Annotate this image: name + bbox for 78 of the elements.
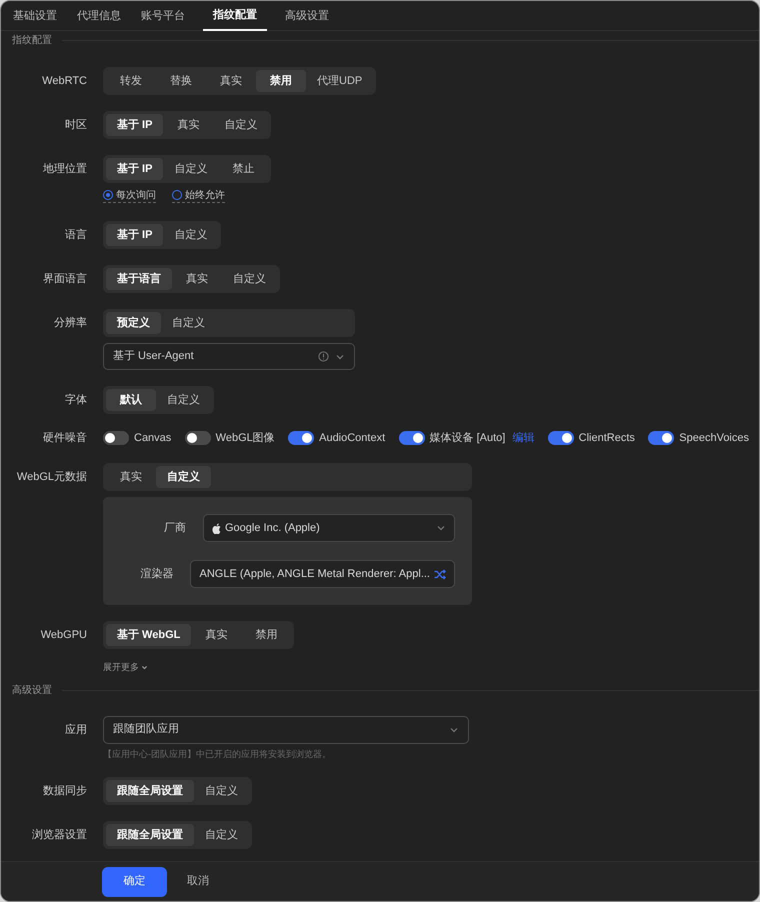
toggle-switch[interactable] xyxy=(288,431,314,445)
hint-text: 【应用中心-团队应用】中已开启的应用将安装到浏览器。 xyxy=(103,748,332,760)
shuffle-icon[interactable] xyxy=(434,568,446,580)
select-field[interactable]: 跟随团队应用 xyxy=(103,716,469,744)
segment-option[interactable]: 基于 IP xyxy=(106,224,164,246)
field-label: 语言 xyxy=(64,228,87,243)
field-label: 数据同步 xyxy=(42,784,87,799)
tab[interactable]: 基础设置 xyxy=(3,1,67,31)
edit-link[interactable]: 编辑 xyxy=(512,430,534,446)
field-label: WebRTC xyxy=(41,74,87,89)
chevron-down-icon xyxy=(436,523,446,533)
segment-option[interactable]: 自定义 xyxy=(163,158,218,180)
segment-option[interactable]: 自定义 xyxy=(163,224,218,246)
segment-option[interactable]: 跟随全局设置 xyxy=(106,780,194,802)
segment-option[interactable]: 真实 xyxy=(191,624,242,646)
expand-more-link[interactable]: 展开更多 xyxy=(103,661,148,674)
segment-option[interactable]: 转发 xyxy=(106,70,156,92)
radio-option[interactable]: 每次询问 xyxy=(103,188,156,203)
select-field[interactable]: 基于 User-Agent xyxy=(103,343,355,370)
toggle-label: SpeechVoices xyxy=(679,430,749,446)
segment-option[interactable]: 真实 xyxy=(172,268,222,290)
chevron-down-icon xyxy=(141,664,148,672)
field-label: 应用 xyxy=(64,722,87,738)
field-label: 渲染器 xyxy=(139,566,174,582)
segment-option[interactable]: 自定义 xyxy=(194,780,249,802)
tab[interactable]: 代理信息 xyxy=(67,1,131,31)
field-label: 硬件噪音 xyxy=(42,430,87,446)
toggle-switch[interactable] xyxy=(648,431,674,445)
radio-option[interactable]: 始终允许 xyxy=(172,188,225,203)
field-label: 厂商 xyxy=(163,520,186,536)
segment-option[interactable]: 禁止 xyxy=(218,158,268,180)
toggle-switch[interactable] xyxy=(103,431,129,445)
toggle-switch[interactable] xyxy=(184,431,211,445)
tab[interactable]: 指纹配置 xyxy=(203,1,267,31)
field-label: WebGPU xyxy=(40,628,87,643)
segment-option[interactable]: 自定义 xyxy=(213,114,268,136)
toggle-label: ClientRects xyxy=(578,430,635,446)
field-label: 分辨率 xyxy=(53,316,87,331)
segment-option[interactable]: 跟随全局设置 xyxy=(106,824,194,846)
segment-option[interactable]: 基于语言 xyxy=(106,268,172,290)
segment-option[interactable]: 禁用 xyxy=(256,70,306,92)
cancel-button[interactable]: 取消 xyxy=(185,866,211,896)
segment-option[interactable]: 真实 xyxy=(106,466,156,488)
segment-option[interactable]: 自定义 xyxy=(156,466,211,488)
segment-option[interactable]: 自定义 xyxy=(156,389,211,411)
toggle-label: WebGL图像 xyxy=(216,430,275,446)
tab[interactable]: 账号平台 xyxy=(131,1,195,31)
segment-option[interactable]: 自定义 xyxy=(194,824,249,846)
apple-icon xyxy=(212,522,221,534)
field-label: 浏览器设置 xyxy=(31,828,87,843)
section-title: 指纹配置 xyxy=(12,34,52,48)
segment-option[interactable]: 自定义 xyxy=(161,312,216,334)
input-field[interactable]: ANGLE (Apple, ANGLE Metal Renderer: Appl... xyxy=(190,560,455,588)
toggle-switch[interactable] xyxy=(398,431,425,445)
select-field[interactable]: Google Inc. (Apple) xyxy=(203,514,455,542)
toggle-switch[interactable] xyxy=(548,431,574,445)
segment-option[interactable]: 基于 WebGL xyxy=(106,624,192,646)
segment-option[interactable]: 禁用 xyxy=(241,624,292,646)
segment-option[interactable]: 基于 IP xyxy=(106,114,164,136)
toggle-label: AudioContext xyxy=(319,430,386,446)
segment-option[interactable]: 默认 xyxy=(106,389,156,411)
toggle-label: Canvas xyxy=(134,430,172,446)
field-label: WebGL元数据 xyxy=(16,470,87,485)
segment-option[interactable]: 替换 xyxy=(156,70,206,92)
segment-option[interactable]: 真实 xyxy=(163,114,214,136)
segment-option[interactable]: 预定义 xyxy=(106,312,161,334)
field-label: 界面语言 xyxy=(42,272,87,287)
confirm-button[interactable]: 确定 xyxy=(102,866,167,896)
segment-option[interactable]: 自定义 xyxy=(222,268,277,290)
field-label: 地理位置 xyxy=(42,162,87,177)
tab[interactable]: 高级设置 xyxy=(275,1,339,31)
segment-option[interactable]: 基于 IP xyxy=(106,158,164,180)
toggle-label: 媒体设备 [Auto] xyxy=(430,430,506,446)
field-label: 时区 xyxy=(64,118,87,133)
segment-option[interactable]: 代理UDP xyxy=(306,70,374,92)
section-title: 高级设置 xyxy=(12,684,52,698)
segment-option[interactable]: 真实 xyxy=(206,70,256,92)
field-label: 字体 xyxy=(64,392,87,408)
